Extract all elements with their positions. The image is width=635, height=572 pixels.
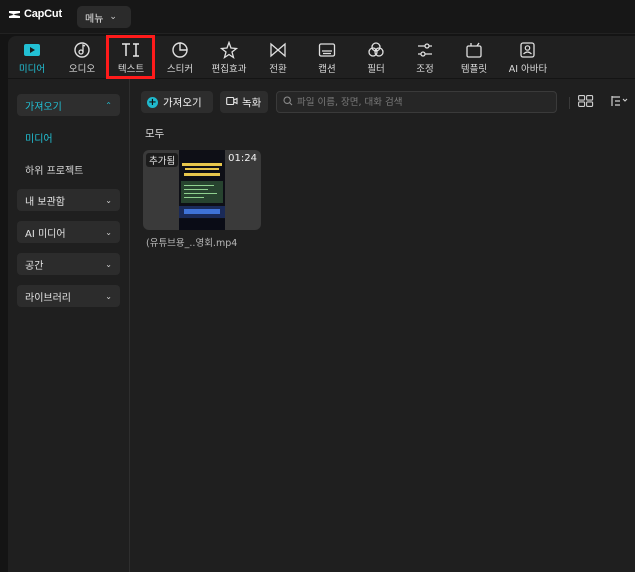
chevron-down-icon: ⌄ — [105, 259, 112, 269]
import-button[interactable]: + 가져오기 — [141, 91, 213, 113]
tab-audio-label: 오디오 — [68, 64, 96, 75]
tab-filter[interactable]: 필터 — [354, 36, 398, 78]
sidebar-library[interactable]: 라이브러리 ⌄ — [17, 285, 120, 307]
record-button[interactable]: 녹화 — [220, 91, 268, 113]
app-name: CapCut — [24, 8, 62, 20]
tab-captions[interactable]: 캡션 — [305, 36, 349, 78]
captions-icon — [317, 41, 337, 59]
media-sidebar: 가져오기 ⌃ 미디어 하위 프로젝트 내 보관함 ⌄ AI 미디어 ⌄ 공간 ⌄… — [8, 79, 130, 572]
tab-sticker-label: 스티커 — [166, 64, 194, 75]
tab-text[interactable]: 텍스트 — [109, 36, 153, 78]
template-icon — [464, 41, 484, 59]
tab-template-label: 템플릿 — [460, 64, 488, 75]
chevron-down-icon: ⌄ — [105, 227, 112, 237]
plus-icon: + — [147, 96, 158, 108]
sticker-icon — [170, 41, 190, 59]
transition-bowtie-icon — [268, 41, 288, 59]
chevron-up-icon: ⌃ — [105, 100, 112, 110]
tab-adjust-label: 조정 — [416, 64, 434, 75]
sidebar-library-label: 라이브러리 — [25, 292, 71, 304]
sidebar-import-label: 가져오기 — [25, 101, 62, 113]
sort-icon[interactable] — [611, 95, 629, 110]
tab-transition[interactable]: 전환 — [256, 36, 300, 78]
import-button-label: 가져오기 — [163, 96, 202, 109]
sidebar-space[interactable]: 공간 ⌄ — [17, 253, 120, 275]
media-filename: (유튜브용_..영회.mp4 — [146, 238, 238, 249]
tab-effects-label: 편집효과 — [211, 64, 247, 75]
video-thumbnail — [179, 150, 225, 230]
menu-label: 메뉴 — [85, 13, 104, 25]
tab-filter-label: 필터 — [367, 64, 385, 75]
sidebar-ai-media[interactable]: AI 미디어 ⌄ — [17, 221, 120, 243]
tab-media[interactable]: 미디어 — [10, 36, 54, 78]
sidebar-my-storage-label: 내 보관함 — [25, 196, 65, 208]
media-play-icon — [22, 41, 42, 59]
tab-audio[interactable]: 오디오 — [60, 36, 104, 78]
tab-ai-avatar[interactable]: AI 아바타 — [503, 36, 553, 78]
adjust-sliders-icon — [415, 41, 435, 59]
search-input[interactable] — [297, 96, 547, 108]
main-toolbar: 미디어 오디오 텍스트 스티커 편집효과 전환 캡션 필터 조정 템플릿 AI … — [8, 36, 635, 78]
search-box[interactable] — [276, 91, 557, 113]
menu-button[interactable]: 메뉴 ⌄ — [77, 6, 131, 28]
camera-icon — [226, 96, 238, 109]
added-badge: 추가됨 — [146, 153, 179, 167]
chevron-down-icon: ⌄ — [105, 291, 112, 301]
audio-note-icon — [72, 41, 92, 59]
media-content: + 가져오기 녹화 모두 추가됨 01:24 (유튜브용_..영회.mp4 — [131, 79, 635, 572]
title-bar: CapCut 메뉴 ⌄ — [0, 0, 635, 34]
text-TI-icon — [121, 41, 141, 59]
tab-text-label: 텍스트 — [117, 64, 145, 75]
tab-transition-label: 전환 — [269, 64, 287, 75]
toolbar-divider — [569, 97, 570, 109]
sidebar-ai-media-label: AI 미디어 — [25, 228, 66, 240]
capcut-logo: CapCut — [8, 8, 62, 20]
tab-template[interactable]: 템플릿 — [452, 36, 496, 78]
grid-view-icon[interactable] — [578, 95, 594, 110]
chevron-down-icon: ⌄ — [109, 12, 117, 22]
sidebar-item-sub-project[interactable]: 하위 프로젝트 — [25, 162, 83, 177]
tab-adjust[interactable]: 조정 — [403, 36, 447, 78]
filter-circles-icon — [366, 41, 386, 59]
chevron-down-icon: ⌄ — [105, 195, 112, 205]
capcut-logo-icon — [9, 10, 20, 18]
effects-star-icon — [219, 41, 239, 59]
tab-effects[interactable]: 편집효과 — [207, 36, 251, 78]
ai-avatar-icon — [518, 41, 538, 59]
tab-captions-label: 캡션 — [318, 64, 336, 75]
tab-sticker[interactable]: 스티커 — [158, 36, 202, 78]
sidebar-my-storage[interactable]: 내 보관함 ⌄ — [17, 189, 120, 211]
sidebar-import[interactable]: 가져오기 ⌃ — [17, 94, 120, 116]
duration-label: 01:24 — [228, 153, 257, 164]
tab-media-label: 미디어 — [18, 64, 46, 75]
media-item-card[interactable]: 추가됨 01:24 — [143, 150, 261, 230]
section-all-label: 모두 — [145, 128, 165, 140]
sidebar-item-media[interactable]: 미디어 — [25, 130, 53, 145]
search-icon — [283, 95, 293, 109]
sidebar-space-label: 공간 — [25, 260, 44, 272]
tab-ai-avatar-label: AI 아바타 — [508, 64, 548, 75]
record-button-label: 녹화 — [242, 96, 262, 109]
